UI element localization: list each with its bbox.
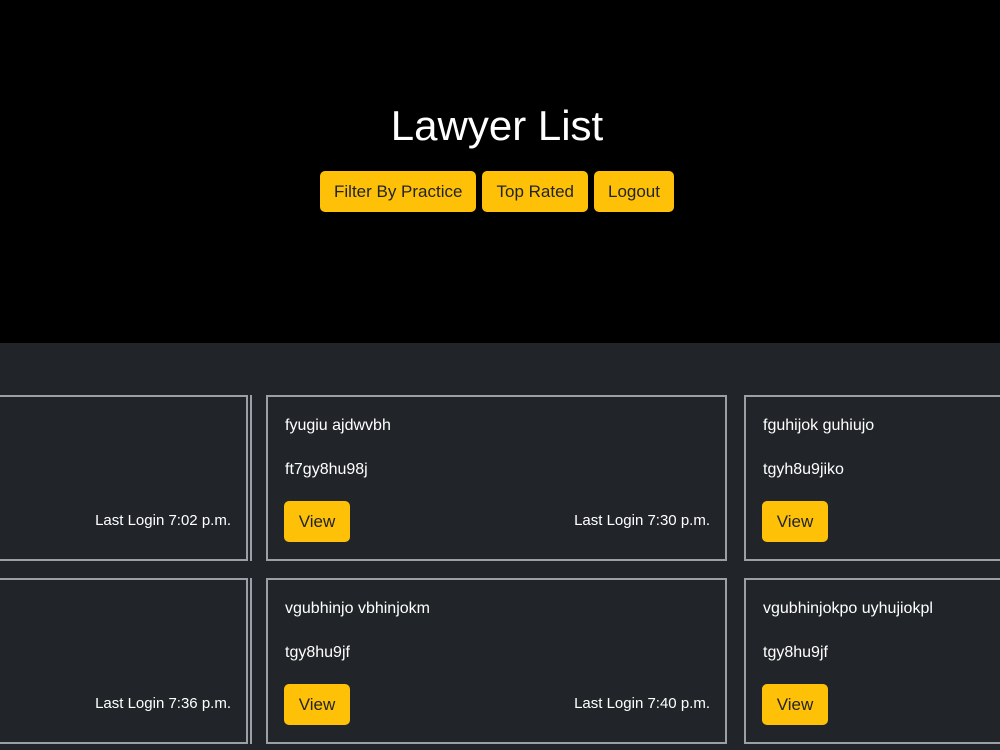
view-button[interactable]: View: [284, 501, 350, 542]
last-login-text: Last Login 7:30 p.m.: [574, 512, 710, 529]
filter-by-practice-button[interactable]: Filter By Practice: [320, 171, 477, 212]
column-divider: [250, 395, 252, 561]
lawyer-id: tgy8hu9jf: [285, 644, 350, 661]
lawyer-id: tgy8hu9jf: [763, 644, 828, 661]
page-title: Lawyer List: [390, 102, 604, 149]
logout-button[interactable]: Logout: [593, 171, 674, 212]
lawyer-card: fyugiu ajdwvbh ft7gy8hu98j View Last Log…: [266, 395, 727, 561]
hero-actions: Filter By Practice Top Rated Logout: [0, 171, 994, 212]
view-button[interactable]: View: [284, 684, 350, 725]
top-rated-button[interactable]: Top Rated: [482, 171, 588, 212]
lawyer-name: vgubhinjo vbhinjokm: [285, 600, 430, 617]
last-login-text: Last Login 7:36 p.m.: [95, 695, 231, 712]
lawyer-name: fguhijok guhiujo: [763, 417, 875, 434]
lawyer-card: vgubhinjokpo uyhujiokpl tgy8hu9jf View: [744, 578, 1000, 744]
lawyer-name: fyugiu ajdwvbh: [285, 417, 391, 434]
lawyer-card: fguhijok guhiujo tgyh8u9jiko View: [744, 395, 1000, 561]
column-divider: [250, 578, 252, 744]
lawyer-card: Last Login 7:02 p.m.: [0, 395, 248, 561]
lawyer-card: vgubhinjo vbhinjokm tgy8hu9jf View Last …: [266, 578, 727, 744]
last-login-text: Last Login 7:40 p.m.: [574, 695, 710, 712]
last-login-text: Last Login 7:02 p.m.: [95, 512, 231, 529]
view-button[interactable]: View: [762, 684, 828, 725]
lawyer-id: tgyh8u9jiko: [763, 461, 844, 478]
view-button[interactable]: View: [762, 501, 828, 542]
lawyer-name: vgubhinjokpo uyhujiokpl: [763, 600, 933, 617]
lawyer-id: ft7gy8hu98j: [285, 461, 368, 478]
hero-banner: Lawyer List Filter By Practice Top Rated…: [0, 0, 1000, 343]
lawyer-card: Last Login 7:36 p.m.: [0, 578, 248, 744]
